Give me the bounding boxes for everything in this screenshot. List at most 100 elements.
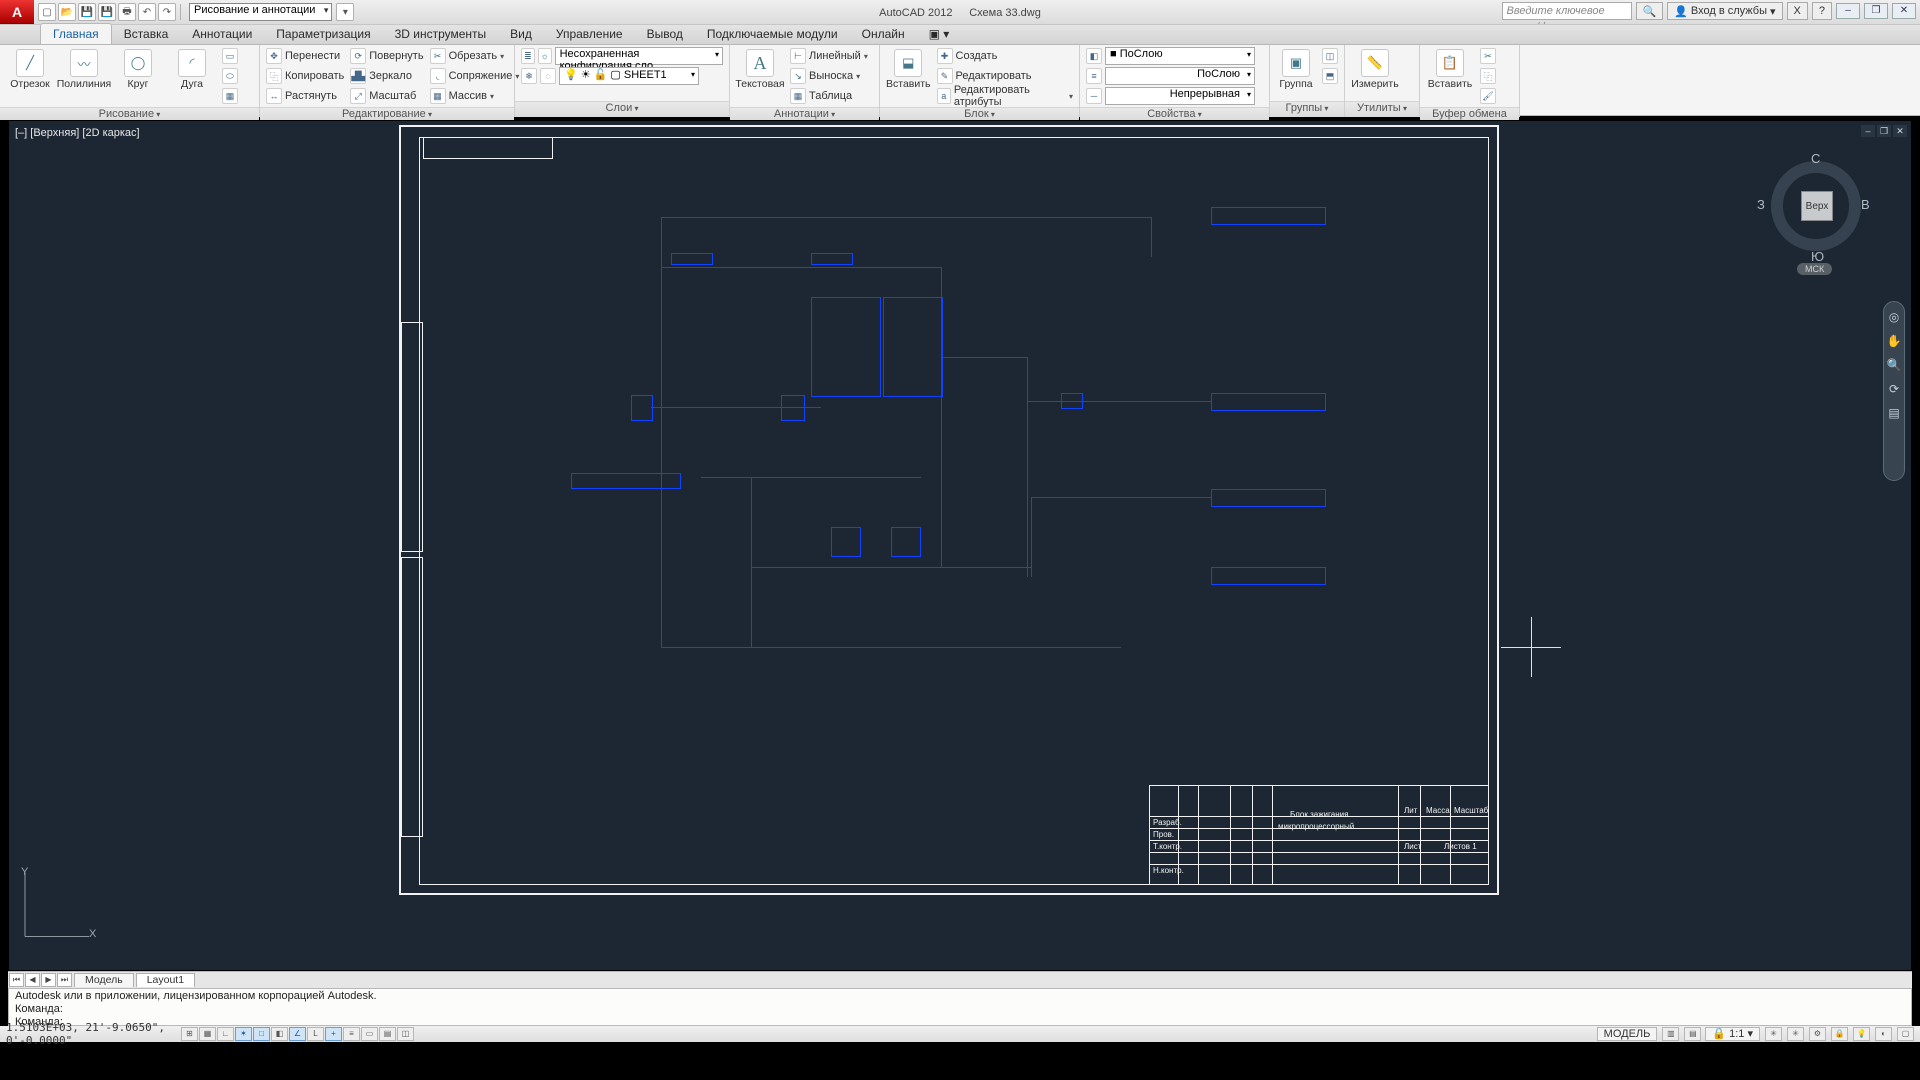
status-annovis-icon[interactable]: ✳ xyxy=(1765,1027,1782,1041)
search-go-icon[interactable]: 🔍 xyxy=(1636,2,1664,20)
start-button[interactable] xyxy=(4,1046,44,1076)
cmd-arc[interactable]: ◜ Дуга xyxy=(168,47,216,90)
tab-online[interactable]: Онлайн xyxy=(850,24,917,44)
viewport-restore-icon[interactable]: ❐ xyxy=(1877,125,1891,137)
tab-insert[interactable]: Вставка xyxy=(112,24,181,44)
cmd-fillet[interactable]: ◟Сопряжение xyxy=(430,67,520,85)
panel-layers-title[interactable]: Слои xyxy=(515,101,729,117)
panel-groups-title[interactable]: Группы xyxy=(1270,101,1344,117)
layout-next-icon[interactable]: ▶ xyxy=(41,973,56,987)
tab-plugins[interactable]: Подключаемые модули xyxy=(695,24,850,44)
tray-volume-icon[interactable]: 🔊 xyxy=(1831,1055,1845,1068)
viewcube-west[interactable]: З xyxy=(1757,197,1765,212)
qat-open-icon[interactable]: 📂 xyxy=(58,3,76,21)
layer-freeze-icon[interactable]: ❄ xyxy=(521,68,537,84)
status-3dosnap-toggle[interactable]: ◧ xyxy=(271,1027,288,1041)
navigation-bar[interactable]: ◎ ✋ 🔍 ⟳ ▤ xyxy=(1883,301,1905,481)
status-clean-screen-icon[interactable]: ▢ xyxy=(1897,1027,1914,1041)
linetype-selector[interactable]: Непрерывная xyxy=(1105,87,1255,105)
status-ws-switch-icon[interactable]: ⚙ xyxy=(1809,1027,1826,1041)
tab-model[interactable]: Модель xyxy=(74,973,134,987)
cmd-text[interactable]: A Текстовая xyxy=(736,47,784,90)
infocenter-search-input[interactable]: Введите ключевое слово/фразу xyxy=(1502,2,1632,20)
status-space-button[interactable]: МОДЕЛЬ xyxy=(1597,1027,1658,1041)
panel-properties-title[interactable]: Свойства xyxy=(1080,107,1269,120)
viewcube[interactable]: Верх С Ю В З МСК xyxy=(1761,151,1871,271)
coordinate-display[interactable]: 1.5103E+03, 21'-9.0650", 0'-0.0000" xyxy=(0,1021,180,1047)
viewport-close-icon[interactable]: ✕ xyxy=(1893,125,1907,137)
status-ortho-toggle[interactable]: ∟ xyxy=(217,1027,234,1041)
cmd-rectangle[interactable]: ▭ xyxy=(222,47,238,65)
layout-last-icon[interactable]: ⏭ xyxy=(57,973,72,987)
cmd-ellipse[interactable]: ⬭ xyxy=(222,67,238,85)
tab-annotate[interactable]: Аннотации xyxy=(180,24,264,44)
viewcube-face[interactable]: Верх xyxy=(1801,191,1833,221)
cmd-insert-block[interactable]: ⬓ Вставить xyxy=(886,47,931,90)
cmd-matchprop[interactable]: 🖌 xyxy=(1480,87,1496,105)
tab-layout1[interactable]: Layout1 xyxy=(136,973,195,987)
cmd-dimlinear[interactable]: ⊢Линейный xyxy=(790,47,868,65)
cmd-block-create[interactable]: ✚Создать xyxy=(937,47,1073,65)
qat-undo-icon[interactable]: ↶ xyxy=(138,3,156,21)
layer-states-icon[interactable]: ☼ xyxy=(538,48,552,64)
status-annoauto-icon[interactable]: ✳ xyxy=(1787,1027,1804,1041)
nav-showmotion-icon[interactable]: ▤ xyxy=(1888,406,1899,420)
status-lwt-toggle[interactable]: ≡ xyxy=(343,1027,360,1041)
status-tpy-toggle[interactable]: ▭ xyxy=(361,1027,378,1041)
tab-output[interactable]: Вывод xyxy=(635,24,695,44)
lineweight-icon[interactable]: ≡ xyxy=(1086,68,1102,84)
viewcube-north[interactable]: С xyxy=(1811,151,1820,166)
taskbar-save[interactable]: 💾 xyxy=(104,1046,152,1076)
sign-in-button[interactable]: 👤 Вход в службы ▾ xyxy=(1667,2,1782,20)
status-ducs-toggle[interactable]: L xyxy=(307,1027,324,1041)
viewport-minimize-icon[interactable]: – xyxy=(1861,125,1875,137)
status-grid-toggle[interactable]: ▦ xyxy=(199,1027,216,1041)
nav-pan-icon[interactable]: ✋ xyxy=(1887,334,1902,348)
cmd-leader[interactable]: ↘Выноска xyxy=(790,67,868,85)
tray-show-hidden-icon[interactable]: ▴ xyxy=(1772,1055,1778,1068)
lineweight-selector[interactable]: ПоСлою xyxy=(1105,67,1255,85)
cmd-measure[interactable]: 📏 Измерить xyxy=(1351,47,1399,90)
status-toolbar-lock-icon[interactable]: 🔒 xyxy=(1831,1027,1848,1041)
tab-view[interactable]: Вид xyxy=(498,24,544,44)
window-restore-icon[interactable]: ❐ xyxy=(1864,3,1888,19)
cmd-cut[interactable]: ✂ xyxy=(1480,47,1496,65)
status-polar-toggle[interactable]: ✶ xyxy=(235,1027,252,1041)
nav-orbit-icon[interactable]: ⟳ xyxy=(1889,382,1899,396)
tab-manage[interactable]: Управление xyxy=(544,24,635,44)
cmd-prompt[interactable]: Команда: xyxy=(15,1016,1905,1026)
cmd-array[interactable]: ▦Массив xyxy=(430,87,520,105)
cmd-table[interactable]: ▦Таблица xyxy=(790,87,868,105)
window-close-icon[interactable]: ✕ xyxy=(1892,3,1916,19)
cmd-paste[interactable]: 📋 Вставить xyxy=(1426,47,1474,90)
tab-expresstools-icon[interactable]: ▣ ▾ xyxy=(917,24,962,44)
tray-language[interactable]: RU xyxy=(1746,1055,1762,1067)
tab-home[interactable]: Главная xyxy=(40,23,112,44)
qat-saveas-icon[interactable]: 💾 xyxy=(98,3,116,21)
linetype-icon[interactable]: ─ xyxy=(1086,88,1102,104)
status-sc-toggle[interactable]: ◫ xyxy=(397,1027,414,1041)
status-snap-toggle[interactable]: ⊞ xyxy=(181,1027,198,1041)
viewcube-wcs[interactable]: МСК xyxy=(1797,263,1832,275)
viewport-label[interactable]: [–] [Верхняя] [2D каркас] xyxy=(15,127,140,139)
viewcube-east[interactable]: В xyxy=(1861,197,1870,212)
status-quickview-layouts-icon[interactable]: ▥ xyxy=(1662,1027,1679,1041)
cmd-block-edit[interactable]: ✎Редактировать xyxy=(937,67,1073,85)
app-menu-button[interactable]: A xyxy=(0,0,34,24)
tray-network-icon[interactable]: 📶 xyxy=(1808,1055,1822,1068)
layer-state-selector[interactable]: Несохраненная конфигурация сло xyxy=(555,47,723,65)
color-icon[interactable]: ◧ xyxy=(1086,48,1102,64)
qat-redo-icon[interactable]: ↷ xyxy=(158,3,176,21)
cmd-copy[interactable]: ⿻Копировать xyxy=(266,67,344,85)
qat-print-icon[interactable]: 🖶 xyxy=(118,3,136,21)
cmd-group[interactable]: ▣ Группа xyxy=(1276,47,1316,90)
taskbar-chrome[interactable]: 🌐 xyxy=(50,1046,98,1076)
panel-annotation-title[interactable]: Аннотации xyxy=(730,107,879,120)
status-hardware-accel-icon[interactable]: 💡 xyxy=(1853,1027,1870,1041)
color-selector[interactable]: ■ ПоСлою xyxy=(1105,47,1255,65)
cmd-line[interactable]: ╱ Отрезок xyxy=(6,47,54,90)
cmd-circle[interactable]: ◯ Круг xyxy=(114,47,162,90)
cmd-rotate[interactable]: ⟳Повернуть xyxy=(350,47,423,65)
layer-current-selector[interactable]: 💡 ☀ 🔓 ▢ SHEET1 xyxy=(559,67,699,85)
workspace-selector[interactable]: Рисование и аннотации xyxy=(189,3,332,21)
